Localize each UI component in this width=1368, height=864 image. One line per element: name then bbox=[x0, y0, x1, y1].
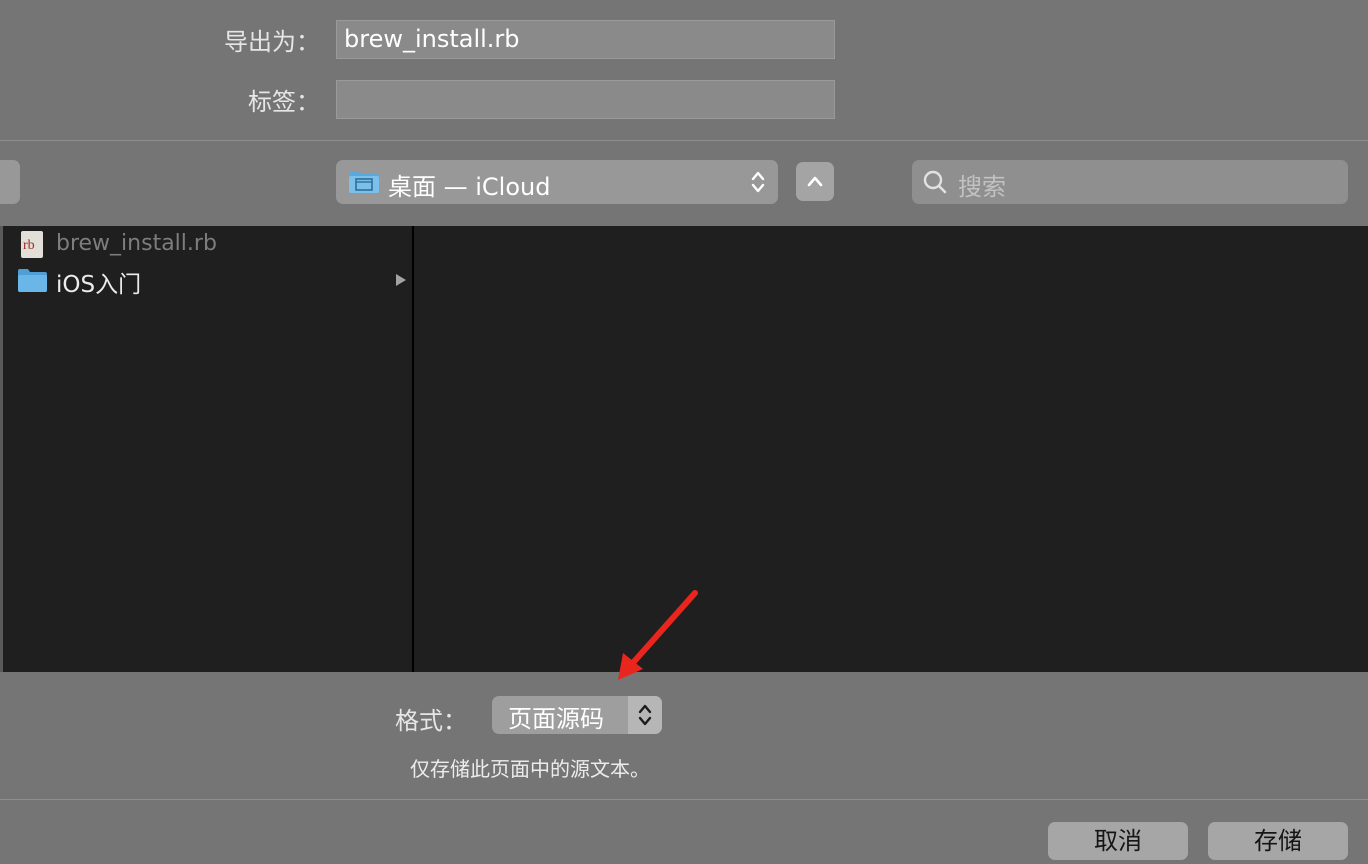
search-input[interactable]: 搜索 bbox=[912, 160, 1348, 204]
chevron-up-icon bbox=[807, 176, 823, 187]
annotation-arrow bbox=[618, 590, 698, 680]
disclosure-arrow-icon bbox=[396, 274, 406, 286]
file-name: brew_install.rb bbox=[56, 231, 217, 256]
save-as-label: 导出为： bbox=[224, 28, 320, 56]
folder-name: iOS入门 bbox=[56, 272, 142, 298]
ruby-file-icon: rb bbox=[21, 231, 43, 258]
expand-collapse-button[interactable] bbox=[796, 162, 834, 201]
filename-field[interactable]: brew_install.rb bbox=[336, 20, 835, 59]
annotation-arrow-line bbox=[628, 590, 698, 668]
search-placeholder: 搜索 bbox=[958, 173, 1006, 201]
format-value: 页面源码 bbox=[508, 705, 604, 733]
tags-field[interactable] bbox=[336, 80, 835, 119]
view-toggle-button[interactable] bbox=[0, 160, 20, 204]
format-label: 格式： bbox=[395, 707, 467, 735]
folder-icon bbox=[18, 269, 47, 292]
save-button[interactable]: 存储 bbox=[1208, 822, 1348, 860]
bottom-divider bbox=[0, 799, 1368, 800]
location-label: 桌面 — iCloud bbox=[388, 173, 551, 201]
list-item[interactable]: rb brew_install.rb bbox=[0, 228, 412, 262]
chevron-updown-icon bbox=[751, 171, 765, 193]
search-icon bbox=[923, 170, 947, 194]
cancel-button[interactable]: 取消 bbox=[1048, 822, 1188, 860]
format-stepper bbox=[628, 696, 662, 734]
format-description: 仅存储此页面中的源文本。 bbox=[410, 757, 650, 781]
list-item[interactable]: iOS入门 bbox=[0, 264, 412, 298]
column-divider[interactable] bbox=[412, 226, 414, 672]
location-popup[interactable]: 桌面 — iCloud bbox=[336, 160, 778, 204]
desktop-folder-icon bbox=[349, 172, 379, 193]
tags-label: 标签： bbox=[248, 88, 320, 116]
top-divider bbox=[0, 140, 1368, 141]
format-popup[interactable]: 页面源码 bbox=[492, 696, 662, 734]
chevron-updown-icon bbox=[638, 704, 652, 726]
